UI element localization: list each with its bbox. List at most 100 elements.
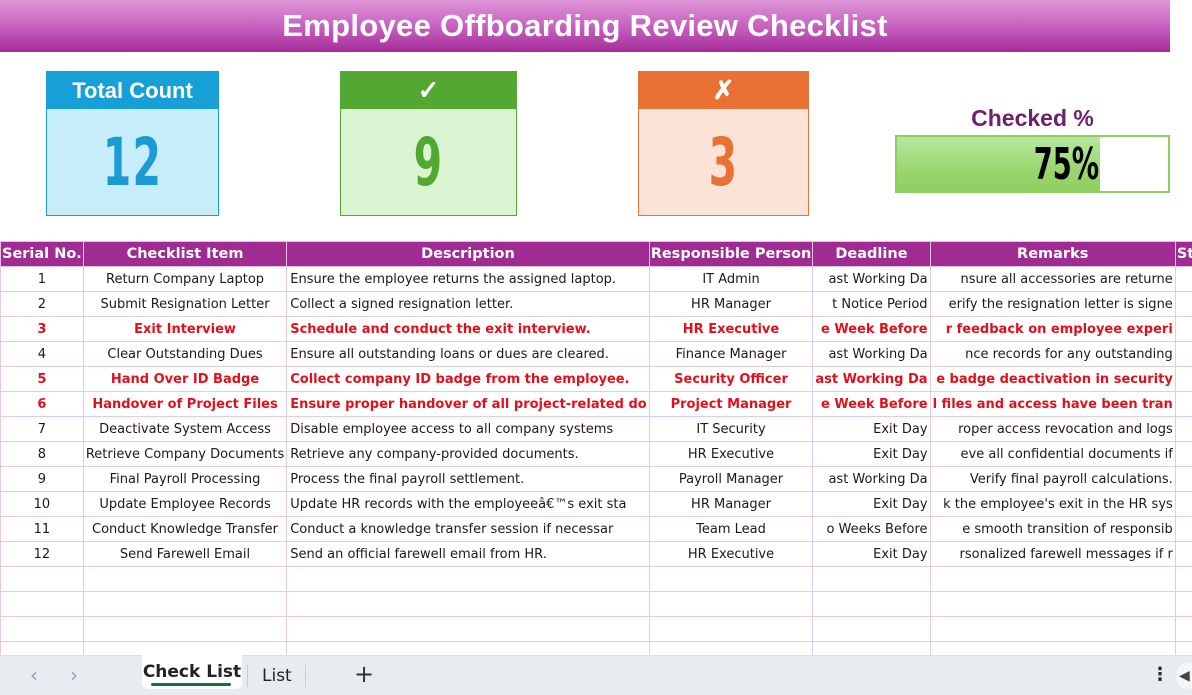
- responsible-person-cell[interactable]: Project Manager: [648, 391, 814, 417]
- empty-cell[interactable]: [286, 591, 650, 617]
- deadline-cell[interactable]: ast Working Da: [812, 366, 931, 392]
- serial-cell[interactable]: 12: [0, 541, 84, 567]
- checklist-item-cell[interactable]: Submit Resignation Letter: [82, 291, 288, 317]
- serial-cell[interactable]: 10: [0, 491, 84, 517]
- remarks-cell[interactable]: e badge deactivation in security: [929, 366, 1176, 392]
- remarks-cell[interactable]: k the employee's exit in the HR sys: [929, 491, 1176, 517]
- empty-cell[interactable]: [812, 566, 931, 592]
- responsible-person-cell[interactable]: HR Manager: [648, 491, 814, 517]
- column-header-remarks[interactable]: Remarks: [929, 241, 1176, 267]
- empty-cell[interactable]: [0, 566, 84, 592]
- description-cell[interactable]: Collect a signed resignation letter.: [286, 291, 650, 317]
- serial-cell[interactable]: 6: [0, 391, 84, 417]
- remarks-cell[interactable]: rsonalized farewell messages if r: [929, 541, 1176, 567]
- description-cell[interactable]: Ensure all outstanding loans or dues are…: [286, 341, 650, 367]
- status-cell[interactable]: ✓: [1174, 441, 1192, 467]
- checklist-item-cell[interactable]: Exit Interview: [82, 316, 288, 342]
- responsible-person-cell[interactable]: Payroll Manager: [648, 466, 814, 492]
- empty-cell[interactable]: [0, 616, 84, 642]
- checklist-item-cell[interactable]: Clear Outstanding Dues: [82, 341, 288, 367]
- deadline-cell[interactable]: e Week Before: [812, 391, 931, 417]
- serial-cell[interactable]: 8: [0, 441, 84, 467]
- status-cell[interactable]: ✓: [1174, 491, 1192, 517]
- empty-cell[interactable]: [286, 616, 650, 642]
- status-cell[interactable]: ✓: [1174, 341, 1192, 367]
- description-cell[interactable]: Retrieve any company-provided documents.: [286, 441, 650, 467]
- deadline-cell[interactable]: Exit Day: [812, 416, 931, 442]
- remarks-cell[interactable]: nce records for any outstanding: [929, 341, 1176, 367]
- deadline-cell[interactable]: Exit Day: [812, 491, 931, 517]
- description-cell[interactable]: Ensure proper handover of all project-re…: [286, 391, 650, 417]
- deadline-cell[interactable]: ast Working Da: [812, 341, 931, 367]
- empty-cell[interactable]: [648, 566, 814, 592]
- responsible-person-cell[interactable]: Team Lead: [648, 516, 814, 542]
- status-cell[interactable]: ✗: [1174, 366, 1192, 392]
- serial-cell[interactable]: 11: [0, 516, 84, 542]
- checklist-item-cell[interactable]: Retrieve Company Documents: [82, 441, 288, 467]
- deadline-cell[interactable]: ast Working Da: [812, 466, 931, 492]
- description-cell[interactable]: Disable employee access to all company s…: [286, 416, 650, 442]
- previous-sheet-icon[interactable]: ‹: [30, 663, 38, 687]
- status-cell[interactable]: ✗: [1174, 391, 1192, 417]
- remarks-cell[interactable]: nsure all accessories are returne: [929, 266, 1176, 292]
- status-cell[interactable]: ✓: [1174, 266, 1192, 292]
- description-cell[interactable]: Schedule and conduct the exit interview.: [286, 316, 650, 342]
- status-cell[interactable]: ✓: [1174, 516, 1192, 542]
- column-header-serial[interactable]: Serial No.: [0, 241, 84, 267]
- checklist-item-cell[interactable]: Handover of Project Files: [82, 391, 288, 417]
- next-sheet-icon[interactable]: ›: [70, 663, 78, 687]
- status-cell[interactable]: ✓: [1174, 466, 1192, 492]
- empty-cell[interactable]: [1174, 591, 1192, 617]
- column-header-responsible-person[interactable]: Responsible Person: [648, 241, 814, 267]
- deadline-cell[interactable]: t Notice Period: [812, 291, 931, 317]
- remarks-cell[interactable]: l files and access have been tran: [929, 391, 1176, 417]
- serial-cell[interactable]: 2: [0, 291, 84, 317]
- empty-cell[interactable]: [0, 591, 84, 617]
- serial-cell[interactable]: 5: [0, 366, 84, 392]
- sheet-tab-check-list[interactable]: Check List: [142, 655, 242, 689]
- column-header-deadline[interactable]: Deadline: [812, 241, 931, 267]
- checklist-item-cell[interactable]: Hand Over ID Badge: [82, 366, 288, 392]
- deadline-cell[interactable]: e Week Before: [812, 316, 931, 342]
- checklist-item-cell[interactable]: Final Payroll Processing: [82, 466, 288, 492]
- status-cell[interactable]: ✓: [1174, 416, 1192, 442]
- checklist-item-cell[interactable]: Send Farewell Email: [82, 541, 288, 567]
- description-cell[interactable]: Update HR records with the employeeâ€™s …: [286, 491, 650, 517]
- column-header-status[interactable]: Status: [1174, 241, 1192, 267]
- empty-cell[interactable]: [82, 591, 288, 617]
- empty-cell[interactable]: [812, 616, 931, 642]
- deadline-cell[interactable]: Exit Day: [812, 441, 931, 467]
- checklist-item-cell[interactable]: Conduct Knowledge Transfer: [82, 516, 288, 542]
- responsible-person-cell[interactable]: HR Executive: [648, 441, 814, 467]
- checklist-item-cell[interactable]: Deactivate System Access: [82, 416, 288, 442]
- empty-cell[interactable]: [929, 591, 1176, 617]
- empty-cell[interactable]: [929, 566, 1176, 592]
- empty-cell[interactable]: [1174, 566, 1192, 592]
- remarks-cell[interactable]: erify the resignation letter is signe: [929, 291, 1176, 317]
- empty-cell[interactable]: [648, 591, 814, 617]
- description-cell[interactable]: Send an official farewell email from HR.: [286, 541, 650, 567]
- status-cell[interactable]: ✓: [1174, 541, 1192, 567]
- empty-cell[interactable]: [929, 616, 1176, 642]
- remarks-cell[interactable]: r feedback on employee experi: [929, 316, 1176, 342]
- description-cell[interactable]: Process the final payroll settlement.: [286, 466, 650, 492]
- empty-cell[interactable]: [1174, 616, 1192, 642]
- checklist-item-cell[interactable]: Update Employee Records: [82, 491, 288, 517]
- deadline-cell[interactable]: ast Working Da: [812, 266, 931, 292]
- responsible-person-cell[interactable]: HR Manager: [648, 291, 814, 317]
- remarks-cell[interactable]: eve all confidential documents if: [929, 441, 1176, 467]
- description-cell[interactable]: Collect company ID badge from the employ…: [286, 366, 650, 392]
- description-cell[interactable]: Conduct a knowledge transfer session if …: [286, 516, 650, 542]
- responsible-person-cell[interactable]: IT Security: [648, 416, 814, 442]
- status-cell[interactable]: ✗: [1174, 316, 1192, 342]
- empty-cell[interactable]: [82, 616, 288, 642]
- responsible-person-cell[interactable]: HR Executive: [648, 541, 814, 567]
- responsible-person-cell[interactable]: Security Officer: [648, 366, 814, 392]
- deadline-cell[interactable]: o Weeks Before: [812, 516, 931, 542]
- remarks-cell[interactable]: roper access revocation and logs: [929, 416, 1176, 442]
- responsible-person-cell[interactable]: HR Executive: [648, 316, 814, 342]
- more-options-icon[interactable]: ⋮: [1151, 664, 1169, 685]
- description-cell[interactable]: Ensure the employee returns the assigned…: [286, 266, 650, 292]
- serial-cell[interactable]: 1: [0, 266, 84, 292]
- column-header-description[interactable]: Description: [286, 241, 650, 267]
